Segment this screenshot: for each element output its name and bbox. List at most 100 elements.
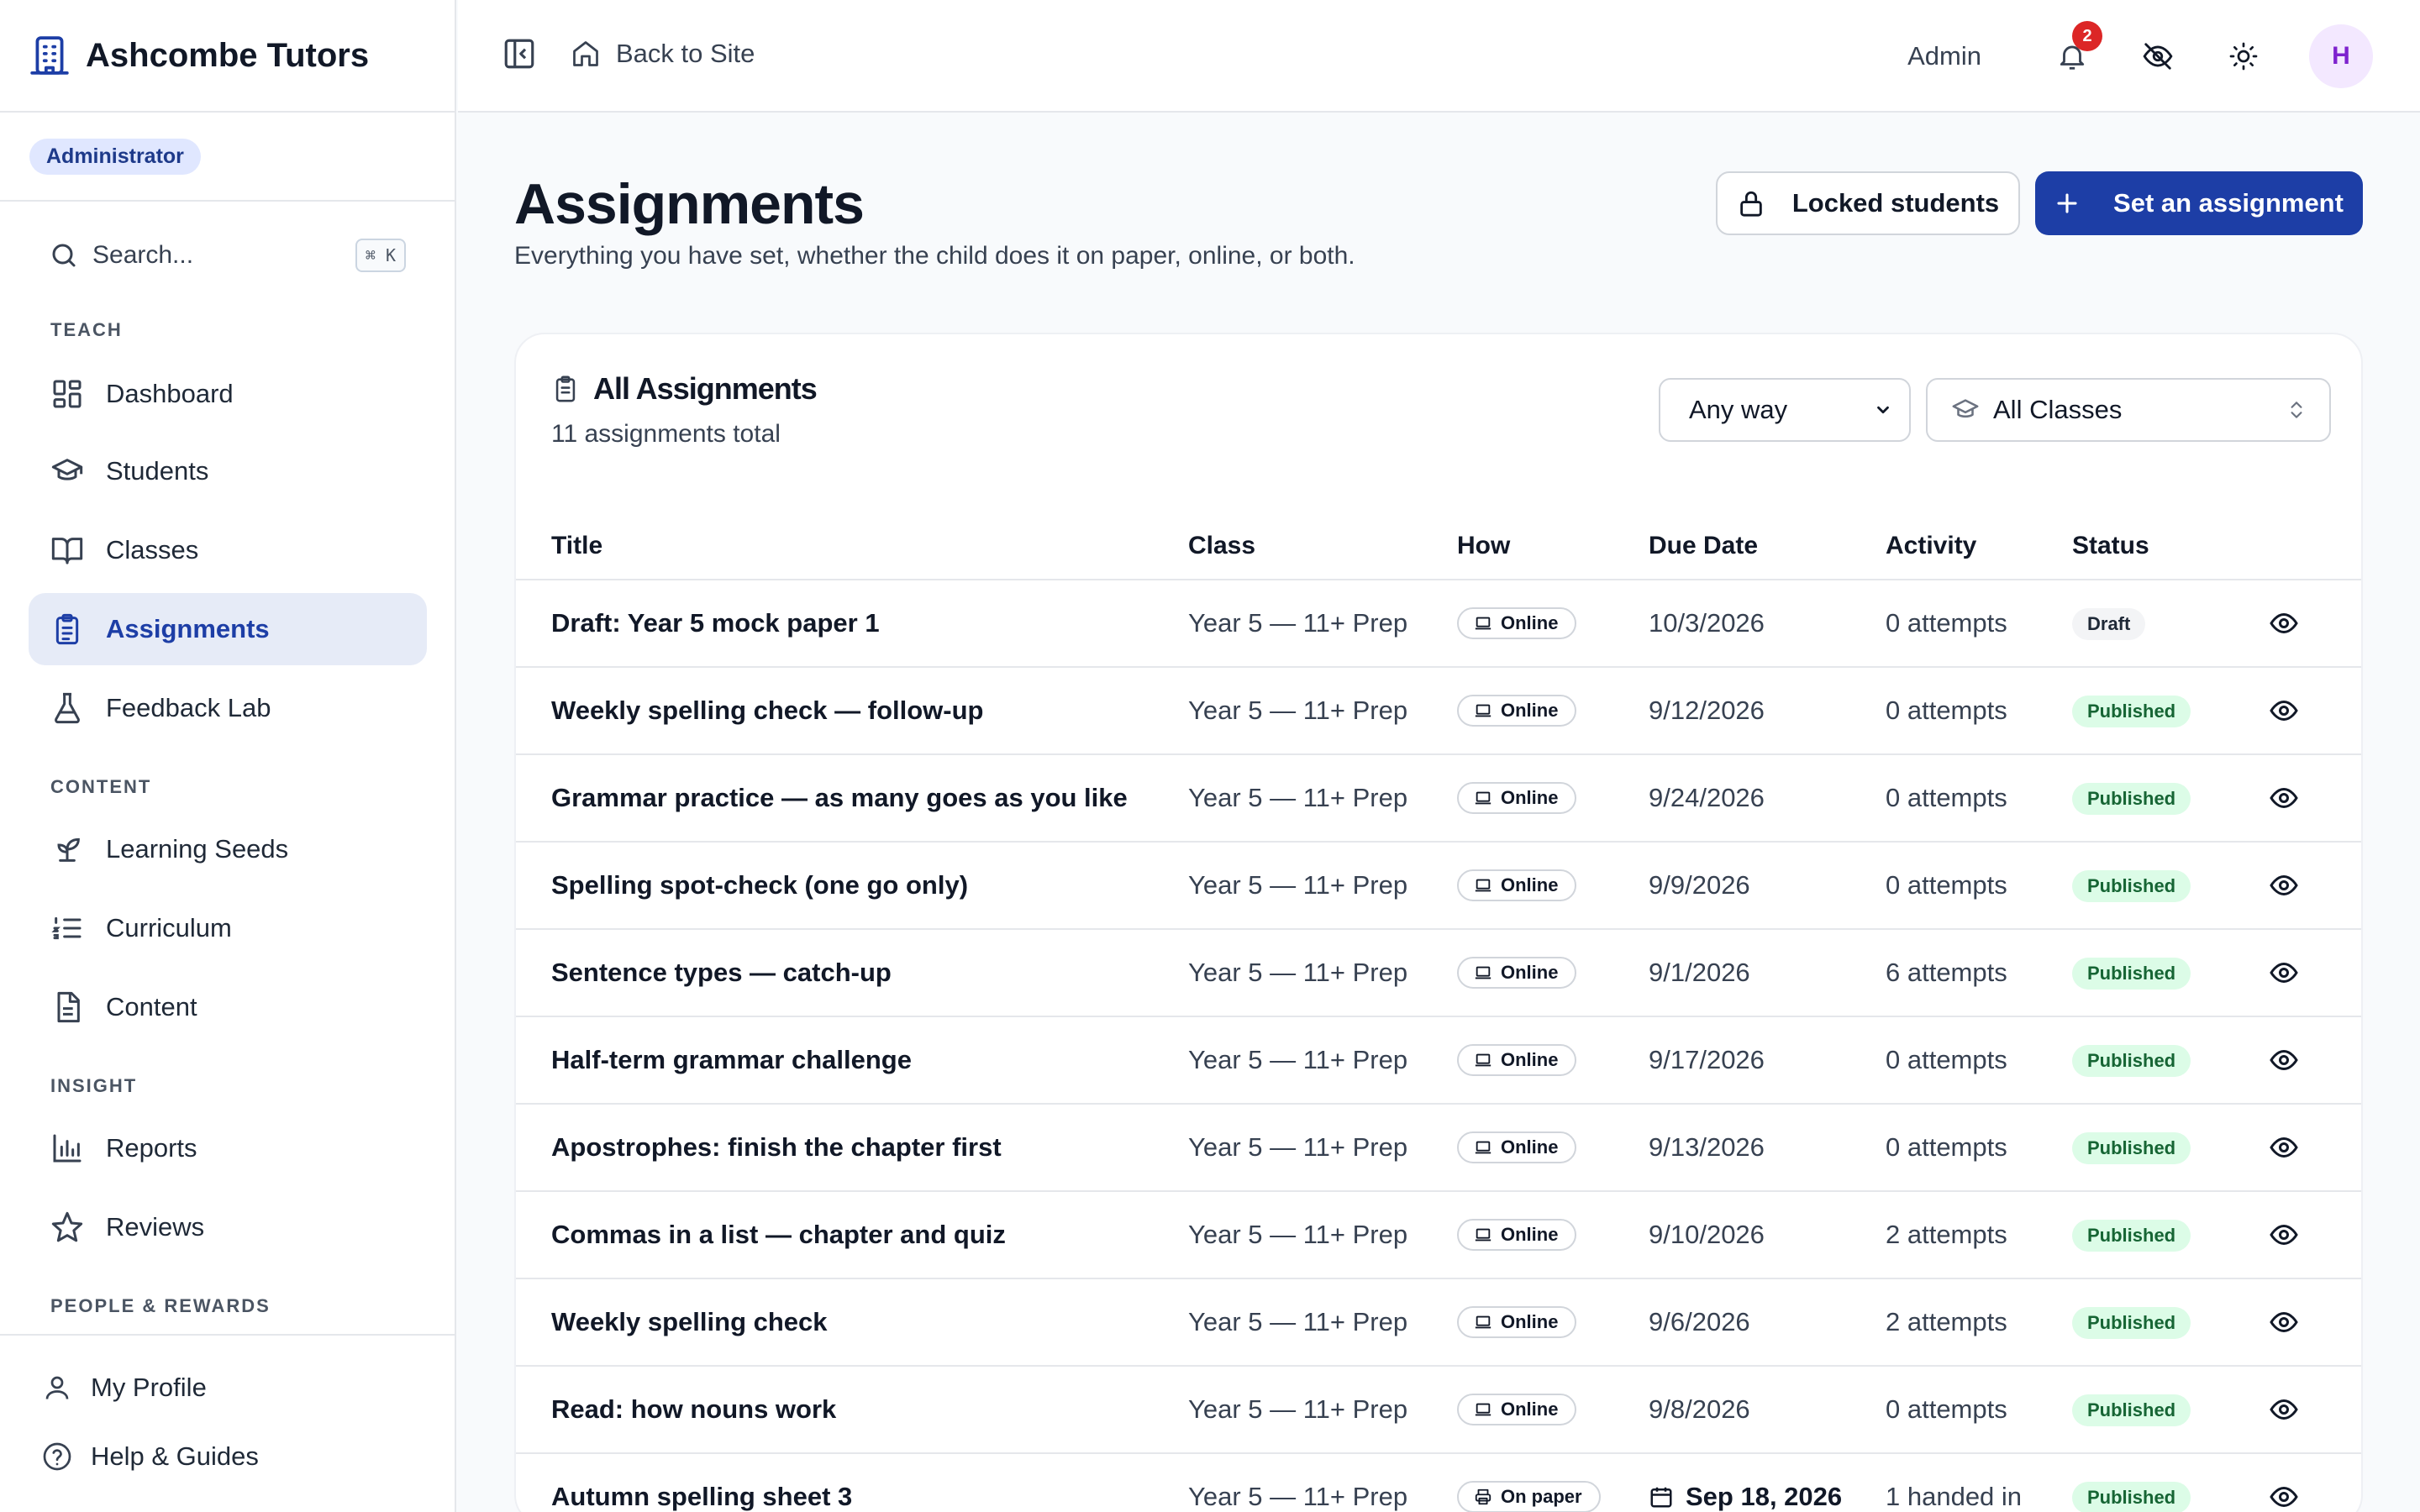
notifications-button[interactable]: 2: [2039, 21, 2106, 90]
assignment-title[interactable]: Autumn spelling sheet 3: [516, 1453, 1188, 1512]
eye-icon[interactable]: [2269, 870, 2361, 900]
sidebar-item-label: Learning Seeds: [106, 834, 289, 864]
activity-count: 1 handed in: [1886, 1453, 2072, 1512]
section-teach: TEACH: [50, 319, 123, 340]
table-row[interactable]: Spelling spot-check (one go only) Year 5 …: [516, 842, 2361, 930]
eye-icon[interactable]: [2269, 958, 2361, 988]
eye-icon[interactable]: [2269, 696, 2361, 726]
eye-icon[interactable]: [2269, 1307, 2361, 1337]
assignment-title[interactable]: Grammar practice — as many goes as you l…: [516, 754, 1188, 843]
help-guides-link[interactable]: Help & Guides: [42, 1441, 259, 1472]
graduation-cap-icon: [50, 454, 84, 488]
brand[interactable]: Ashcombe Tutors: [0, 0, 455, 113]
status-cell: Draft: [2072, 580, 2249, 668]
sidebar-item-assignments[interactable]: Assignments: [29, 593, 427, 665]
view-cell: [2249, 1016, 2361, 1105]
calendar-icon: [1649, 1484, 1674, 1509]
assignment-class: Year 5 — 11+ Prep: [1188, 1453, 1457, 1512]
col-header-due-date[interactable]: Due Date: [1649, 512, 1886, 580]
delivery-pill: Online: [1457, 607, 1577, 639]
table-row[interactable]: Weekly spelling check Year 5 — 11+ Prep On…: [516, 1278, 2361, 1367]
notification-badge: 2: [2072, 21, 2102, 51]
assignment-title[interactable]: Commas in a list — chapter and quiz: [516, 1191, 1188, 1279]
assignment-title[interactable]: Read: how nouns work: [516, 1366, 1188, 1454]
sidebar-item-reviews[interactable]: Reviews: [29, 1191, 427, 1263]
sidebar-item-curriculum[interactable]: Curriculum: [29, 892, 427, 964]
status-badge: Published: [2072, 1482, 2191, 1512]
col-header-how[interactable]: How: [1457, 512, 1649, 580]
assignment-class: Year 5 — 11+ Prep: [1188, 929, 1457, 1017]
plus-icon: [2054, 191, 2080, 216]
table-row[interactable]: Half-term grammar challenge Year 5 — 11+ …: [516, 1016, 2361, 1105]
set-assignment-button[interactable]: Set an assignment: [2035, 171, 2363, 235]
class-filter-select[interactable]: All Classes: [1926, 378, 2331, 442]
table-row[interactable]: Commas in a list — chapter and quiz Year …: [516, 1191, 2361, 1279]
sidebar-item-feedback-lab[interactable]: Feedback Lab: [29, 672, 427, 744]
view-cell: [2249, 1104, 2361, 1192]
status-badge: Published: [2072, 783, 2191, 815]
col-header-title[interactable]: Title: [516, 512, 1188, 580]
eye-icon[interactable]: [2269, 1482, 2361, 1512]
list-ordered-icon: [50, 911, 84, 945]
back-to-site-link[interactable]: Back to Site: [571, 39, 755, 69]
laptop-icon: [1474, 789, 1492, 807]
col-header-class[interactable]: Class: [1188, 512, 1457, 580]
delivery-label: Online: [1501, 1137, 1559, 1158]
delivery-label: Online: [1501, 962, 1559, 983]
flask-icon: [50, 691, 84, 725]
search-placeholder: Search...: [92, 241, 194, 269]
eye-icon[interactable]: [2269, 1220, 2361, 1250]
table-row[interactable]: Weekly spelling check — follow-up Year 5 …: [516, 667, 2361, 755]
status-badge: Published: [2072, 958, 2191, 990]
assignment-title[interactable]: Sentence types — catch-up: [516, 929, 1188, 1017]
visibility-toggle-button[interactable]: [2124, 23, 2191, 90]
eye-icon[interactable]: [2269, 1045, 2361, 1075]
how-cell: Online: [1457, 667, 1649, 755]
status-cell: Published: [2072, 842, 2249, 930]
assignment-title[interactable]: Spelling spot-check (one go only): [516, 842, 1188, 930]
sidebar-item-learning-seeds[interactable]: Learning Seeds: [29, 813, 427, 885]
table-row[interactable]: Autumn spelling sheet 3 Year 5 — 11+ Prep…: [516, 1453, 2361, 1512]
admin-link[interactable]: Admin: [1907, 41, 1981, 71]
view-cell: [2249, 1453, 2361, 1512]
how-cell: Online: [1457, 842, 1649, 930]
table-row[interactable]: Grammar practice — as many goes as you l…: [516, 754, 2361, 843]
locked-students-button[interactable]: Locked students: [1716, 171, 2020, 235]
how-cell: Online: [1457, 1104, 1649, 1192]
assignment-title[interactable]: Apostrophes: finish the chapter first: [516, 1104, 1188, 1192]
sidebar-item-label: Students: [106, 456, 209, 486]
assignment-title[interactable]: Weekly spelling check: [516, 1278, 1188, 1367]
how-cell: On paper: [1457, 1453, 1649, 1512]
how-cell: Online: [1457, 1191, 1649, 1279]
col-header-activity[interactable]: Activity: [1886, 512, 2072, 580]
laptop-icon: [1474, 701, 1492, 720]
laptop-icon: [1474, 1051, 1492, 1069]
col-header-status[interactable]: Status: [2072, 512, 2249, 580]
search-input[interactable]: Search... ⌘ K: [49, 235, 406, 276]
sidebar-item-students[interactable]: Students: [29, 435, 427, 507]
avatar[interactable]: H: [2309, 24, 2373, 88]
table-row[interactable]: Read: how nouns work Year 5 — 11+ Prep Onl…: [516, 1366, 2361, 1454]
delivery-label: Online: [1501, 612, 1559, 633]
table-row[interactable]: Sentence types — catch-up Year 5 — 11+ Pr…: [516, 929, 2361, 1017]
assignment-title[interactable]: Weekly spelling check — follow-up: [516, 667, 1188, 755]
status-cell: Published: [2072, 929, 2249, 1017]
sidebar-item-classes[interactable]: Classes: [29, 514, 427, 586]
theme-toggle-button[interactable]: [2210, 23, 2277, 90]
assignment-title[interactable]: Draft: Year 5 mock paper 1: [516, 580, 1188, 668]
table-row[interactable]: Draft: Year 5 mock paper 1 Year 5 — 11+ P…: [516, 580, 2361, 668]
eye-icon[interactable]: [2269, 1394, 2361, 1425]
my-profile-link[interactable]: My Profile: [42, 1373, 207, 1403]
assignment-title[interactable]: Half-term grammar challenge: [516, 1016, 1188, 1105]
sidebar-item-content[interactable]: Content: [29, 971, 427, 1043]
activity-count: 0 attempts: [1886, 580, 2072, 668]
table-row[interactable]: Apostrophes: finish the chapter first Yea…: [516, 1104, 2361, 1192]
sidebar-item-reports[interactable]: Reports: [29, 1112, 427, 1184]
eye-icon[interactable]: [2269, 783, 2361, 813]
sidebar-item-dashboard[interactable]: Dashboard: [29, 358, 427, 430]
sidebar-toggle-icon[interactable]: [502, 36, 537, 71]
eye-icon[interactable]: [2269, 1132, 2361, 1163]
sidebar-item-label: Classes: [106, 535, 199, 564]
mode-filter-select[interactable]: Any way: [1659, 378, 1911, 442]
eye-icon[interactable]: [2269, 608, 2361, 638]
